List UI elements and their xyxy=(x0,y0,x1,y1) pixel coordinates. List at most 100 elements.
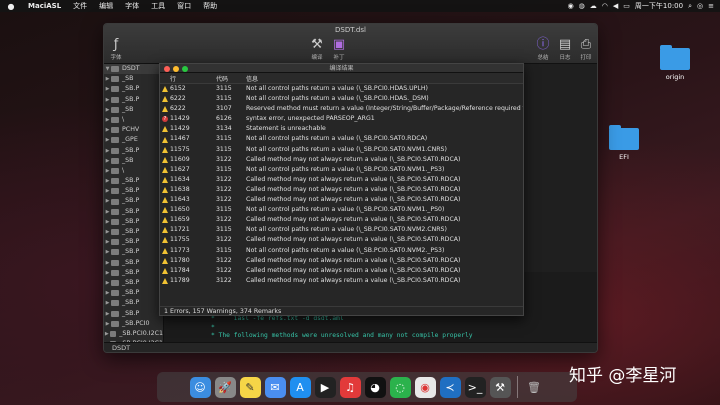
code-line[interactable]: * The following methods were unresolved … xyxy=(164,332,597,341)
menu-edit[interactable]: 编辑 xyxy=(93,1,119,11)
result-row[interactable]: 6222 3107 Reserved method must return a va… xyxy=(160,104,523,114)
result-row[interactable]: 6222 3115 Not all control paths return a v… xyxy=(160,94,523,104)
disclosure-closed-icon[interactable]: ▶ xyxy=(104,74,111,84)
disclosure-closed-icon[interactable]: ▶ xyxy=(104,258,111,268)
result-row[interactable]: 11467 3115 Not all control paths return a … xyxy=(160,134,523,144)
summary-toolbar-button[interactable]: ⓘ 总结 xyxy=(531,37,555,61)
disclosure-closed-icon[interactable]: ▶ xyxy=(104,196,111,206)
desktop-folder-efi[interactable]: EFI xyxy=(604,125,644,161)
search-icon[interactable]: ⌕ xyxy=(688,2,692,11)
netease-music-icon[interactable]: ♫ xyxy=(339,376,361,398)
result-row[interactable]: 11773 3115 Not all control paths return a … xyxy=(160,246,523,256)
sidebar-tree-item[interactable]: ▶ _SB.P xyxy=(104,309,163,319)
sidebar-tree-item[interactable]: ▶ _SB xyxy=(104,105,163,115)
apple-menu-icon[interactable]: ● xyxy=(0,2,22,11)
volume-icon[interactable]: ◀ xyxy=(613,2,618,10)
sidebar-tree-item[interactable]: ▶ _SB.P xyxy=(104,247,163,257)
wechat-status-icon[interactable]: ◉ xyxy=(568,2,574,10)
launchpad-icon[interactable]: 🚀 xyxy=(214,376,236,398)
sidebar-tree-item[interactable]: ▶ _SB.P xyxy=(104,268,163,278)
desktop-folder-origin[interactable]: origin xyxy=(655,45,695,81)
finder-icon[interactable]: ☺ xyxy=(189,376,211,398)
terminal-icon[interactable]: >_ xyxy=(464,376,486,398)
result-row[interactable]: 11780 3122 Called method may not always re… xyxy=(160,256,523,266)
disclosure-closed-icon[interactable]: ▶ xyxy=(104,278,111,288)
cloud-status-icon[interactable]: ☁ xyxy=(590,2,597,10)
result-row[interactable]: 11755 3122 Called method may not always re… xyxy=(160,235,523,245)
menu-help[interactable]: 帮助 xyxy=(197,1,223,11)
result-row[interactable]: 6152 3115 Not all control paths return a v… xyxy=(160,84,523,94)
sidebar-tree-item[interactable]: ▶ _SB xyxy=(104,156,163,166)
disclosure-closed-icon[interactable]: ▶ xyxy=(104,146,111,156)
wechat-icon[interactable]: ◌ xyxy=(389,376,411,398)
qq-status-icon[interactable]: ◍ xyxy=(579,2,585,10)
disclosure-closed-icon[interactable]: ▶ xyxy=(104,298,111,308)
wifi-icon[interactable]: ◠ xyxy=(602,2,608,10)
disclosure-closed-icon[interactable]: ▶ xyxy=(104,227,111,237)
sidebar-tree-item[interactable]: ▶ _SB.P xyxy=(104,237,163,247)
patch-toolbar-button[interactable]: ▣ 补丁 xyxy=(327,37,351,61)
xcode-tools-icon[interactable]: ⚒ xyxy=(489,376,511,398)
panel-titlebar[interactable]: 编译结果 xyxy=(160,64,523,73)
column-line[interactable]: 行 xyxy=(160,74,216,83)
disclosure-closed-icon[interactable]: ▶ xyxy=(104,95,111,105)
disclosure-closed-icon[interactable]: ▶ xyxy=(104,115,111,125)
result-row[interactable]: 11634 3122 Called method may not always re… xyxy=(160,175,523,185)
sidebar-tree-item[interactable]: ▶ _SB.P xyxy=(104,146,163,156)
disclosure-closed-icon[interactable]: ▶ xyxy=(104,309,111,319)
disclosure-closed-icon[interactable]: ▶ xyxy=(104,247,111,257)
result-row[interactable]: 11643 3122 Called method may not always re… xyxy=(160,195,523,205)
disclosure-closed-icon[interactable]: ▶ xyxy=(104,268,111,278)
battery-icon[interactable]: ▭ xyxy=(623,2,630,10)
chrome-icon[interactable]: ◉ xyxy=(414,376,436,398)
vscode-icon[interactable]: ≺ xyxy=(439,376,461,398)
result-row[interactable]: 11721 3115 Not all control paths return a … xyxy=(160,225,523,235)
compile-toolbar-button[interactable]: ⚒ 编译 xyxy=(305,37,329,61)
result-row[interactable]: 11609 3122 Called method may not always re… xyxy=(160,155,523,165)
disclosure-closed-icon[interactable]: ▶ xyxy=(104,176,111,186)
qq-icon[interactable]: ◕ xyxy=(364,376,386,398)
sidebar-tree-item[interactable]: ▶ _SB.PCI0 xyxy=(104,319,163,329)
result-row[interactable]: ? 11429 6126 syntax error, unexpected PARSE… xyxy=(160,114,523,124)
sidebar-tree-item[interactable]: ▶ _SB.P xyxy=(104,207,163,217)
window-titlebar[interactable]: DSDT.dsl ƒ 字体 ⚒ 编译 ▣ 补丁 ⓘ 总结 ▤ 日志 ⎙ 打印 xyxy=(104,24,597,64)
print-toolbar-button[interactable]: ⎙ 打印 xyxy=(574,37,597,61)
menu-tools[interactable]: 工具 xyxy=(145,1,171,11)
menu-file[interactable]: 文件 xyxy=(67,1,93,11)
sidebar-tree-item[interactable]: ▶ _SB.P xyxy=(104,84,163,94)
disclosure-closed-icon[interactable]: ▶ xyxy=(104,105,111,115)
sidebar-tree-item[interactable]: ▶ _SB.P xyxy=(104,278,163,288)
sidebar-tree-item[interactable]: ▶ _SB.PCI0.I2C1 xyxy=(104,329,163,339)
siri-icon[interactable]: ◎ xyxy=(697,2,703,10)
sidebar-tree-item[interactable]: ▶ _SB.P xyxy=(104,227,163,237)
result-row[interactable]: 11789 3122 Called method may not always re… xyxy=(160,276,523,286)
trash-icon[interactable]: 🗑 xyxy=(524,377,545,398)
sidebar-tree-item[interactable]: ▶ _SB.P xyxy=(104,298,163,308)
menubar-clock[interactable]: 周一下午10:00 xyxy=(635,1,683,11)
result-row[interactable]: 11575 3115 Not all control paths return a … xyxy=(160,145,523,155)
claquette-icon[interactable]: ▶ xyxy=(314,376,336,398)
font-toolbar-button[interactable]: ƒ 字体 xyxy=(104,37,128,61)
disclosure-open-icon[interactable]: ▼ xyxy=(104,64,111,74)
result-row[interactable]: 11659 3122 Called method may not always re… xyxy=(160,215,523,225)
disclosure-closed-icon[interactable]: ▶ xyxy=(104,186,111,196)
zoom-button[interactable] xyxy=(182,65,188,72)
menu-app-name[interactable]: MaciASL xyxy=(22,2,67,10)
menu-window[interactable]: 窗口 xyxy=(171,1,197,11)
column-info[interactable]: 信息 xyxy=(246,74,523,83)
sidebar-tree-item[interactable]: ▼ DSDT xyxy=(104,64,163,75)
sidebar-tree-item[interactable]: ▶ _SB.P xyxy=(104,186,163,196)
sidebar-tree-item[interactable]: ▶ _SB.P xyxy=(104,258,163,268)
sidebar-tree-item[interactable]: ▶ _SB.P xyxy=(104,176,163,186)
disclosure-closed-icon[interactable]: ▶ xyxy=(104,319,111,329)
disclosure-closed-icon[interactable]: ▶ xyxy=(104,288,111,298)
result-row[interactable]: 11429 3134 Statement is unreachable xyxy=(160,124,523,134)
sidebar-tree-item[interactable]: ▶ _GPE xyxy=(104,135,163,145)
sidebar-tree-item[interactable]: ▶ \ xyxy=(104,115,163,125)
disclosure-closed-icon[interactable]: ▶ xyxy=(104,217,111,227)
sidebar-tree-item[interactable]: ▶ _SB.P xyxy=(104,95,163,105)
disclosure-closed-icon[interactable]: ▶ xyxy=(104,237,111,247)
code-line[interactable]: * xyxy=(164,324,597,333)
close-button[interactable] xyxy=(164,65,170,72)
sidebar-tree-item[interactable]: ▶ \ xyxy=(104,166,163,176)
